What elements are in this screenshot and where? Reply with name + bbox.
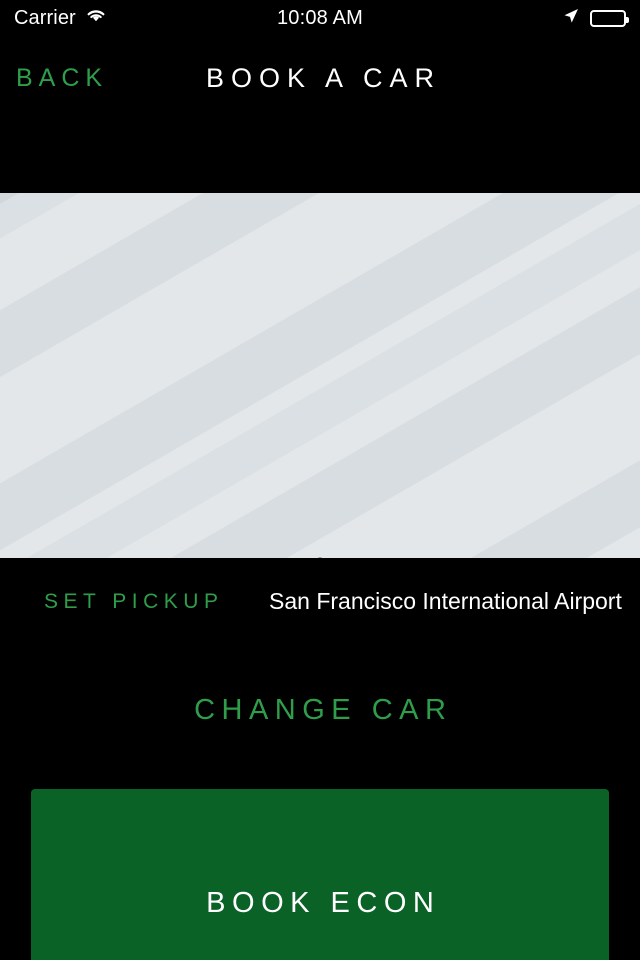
navigation-bar: BACK BOOK A CAR (0, 36, 640, 193)
status-bar-clock: 10:08 AM (276, 6, 364, 29)
app-screen: Carrier 10:08 AM BACK BOOK A CAR SET PIC… (0, 0, 640, 960)
location-arrow-icon (562, 7, 580, 30)
map-road-stripes-secondary (0, 193, 640, 558)
change-car-button[interactable]: CHANGE CAR (0, 694, 640, 727)
set-pickup-button[interactable]: SET PICKUP (44, 590, 223, 614)
pickup-location-value: San Francisco International Airport (269, 588, 622, 614)
status-bar: Carrier 10:08 AM (0, 0, 640, 36)
book-econ-button[interactable]: BOOK ECON (31, 789, 609, 960)
battery-full-icon (590, 9, 629, 27)
map-view[interactable]: Legal (0, 193, 640, 558)
status-bar-right (562, 0, 629, 36)
battery-nub (626, 16, 629, 23)
pickup-row: SET PICKUP San Francisco International A… (0, 558, 640, 650)
page-title: BOOK A CAR (205, 63, 442, 93)
book-econ-button-label: BOOK ECON (206, 887, 441, 919)
